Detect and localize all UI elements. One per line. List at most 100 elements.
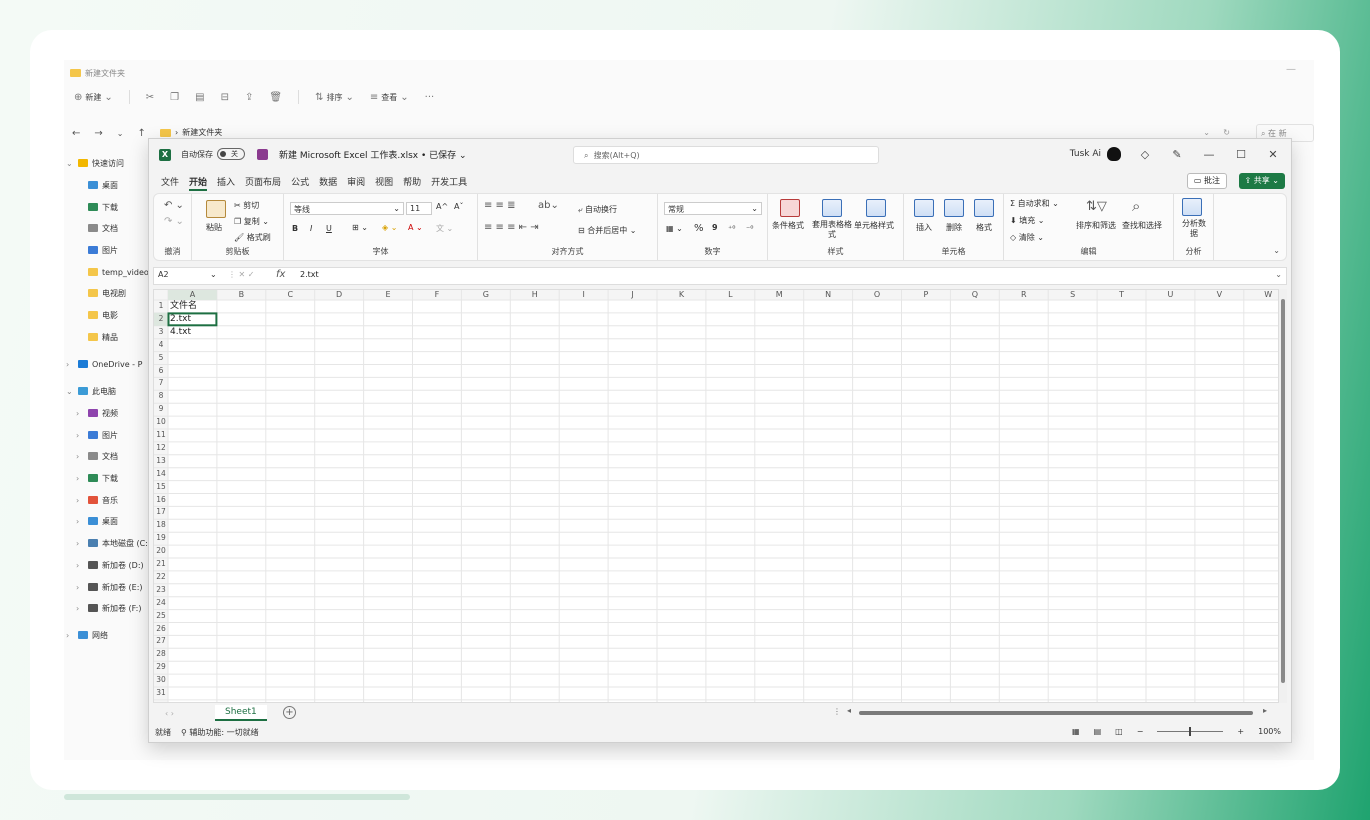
number-format-select[interactable]: 常规 ⌄	[664, 202, 762, 215]
paste-icon[interactable]	[206, 200, 226, 218]
row-header[interactable]: 14	[154, 468, 168, 481]
bold-button[interactable]: B	[292, 224, 298, 233]
tab-6[interactable]: 审阅	[347, 175, 365, 191]
delete-button[interactable]: 删除	[946, 222, 962, 233]
row-header[interactable]: 1	[154, 300, 168, 313]
conditional-format-button[interactable]: 条件格式	[772, 220, 804, 231]
chevron-icon[interactable]: ›	[76, 583, 84, 592]
autosave-toggle[interactable]: 自动保存 关	[181, 148, 245, 160]
increase-decimal-icon[interactable]: ⁺⁰	[728, 224, 735, 233]
tab-4[interactable]: 公式	[291, 175, 309, 191]
vertical-scrollbar[interactable]	[1279, 289, 1287, 703]
sidebar-item[interactable]: 下载	[76, 200, 118, 214]
row-header[interactable]: 13	[154, 455, 168, 468]
column-header[interactable]: B	[217, 290, 266, 300]
add-sheet-button[interactable]: +	[283, 706, 296, 719]
format-button[interactable]: 格式	[976, 222, 992, 233]
row-header[interactable]: 31	[154, 687, 168, 700]
refresh-icon[interactable]: ↻	[1223, 128, 1230, 137]
zoom-slider[interactable]	[1157, 727, 1224, 736]
row-header[interactable]: 30	[154, 674, 168, 687]
tab-0[interactable]: 文件	[161, 175, 179, 191]
autosum-button[interactable]: Σ 自动求和 ⌄	[1010, 198, 1059, 209]
sidebar-item[interactable]: 图片	[76, 243, 118, 257]
row-header[interactable]: 10	[154, 416, 168, 429]
insert-function-icon[interactable]: fx	[276, 269, 285, 280]
column-header[interactable]: K	[657, 290, 706, 300]
zoom-out-button[interactable]: −	[1137, 727, 1144, 736]
row-header[interactable]: 5	[154, 352, 168, 365]
row-header[interactable]: 21	[154, 558, 168, 571]
sidebar-item[interactable]: 电影	[76, 308, 118, 322]
sidebar-item[interactable]: temp_video	[76, 265, 149, 279]
sidebar-item[interactable]: › 视频	[76, 406, 118, 420]
row-header[interactable]: 11	[154, 429, 168, 442]
orientation-icon[interactable]: ab⌄	[538, 200, 559, 211]
row-header[interactable]: 16	[154, 494, 168, 507]
page-layout-icon[interactable]: ▤	[1094, 727, 1102, 736]
row-header[interactable]: 6	[154, 365, 168, 378]
column-header[interactable]: P	[902, 290, 951, 300]
view-button[interactable]: ≡ 查看 ⌄	[370, 92, 409, 103]
sidebar-item[interactable]: › 下载	[76, 471, 118, 485]
format-cells-icon[interactable]	[974, 199, 994, 217]
share-icon[interactable]: ⇪	[245, 92, 253, 103]
column-header[interactable]: W	[1244, 290, 1278, 300]
copy-button[interactable]: ❐ 复制 ⌄	[234, 216, 269, 227]
chevron-icon[interactable]: ›	[76, 604, 84, 613]
column-header[interactable]: J	[608, 290, 657, 300]
sidebar-item[interactable]: ⌄ 此电脑	[66, 384, 116, 398]
minimize-icon[interactable]: —	[1286, 64, 1296, 75]
font-name-select[interactable]: 等线 ⌄	[290, 202, 404, 215]
chevron-icon[interactable]: ⌄	[66, 159, 74, 168]
chevron-icon[interactable]: ›	[76, 431, 84, 440]
format-table-button[interactable]: 套用表格格式	[812, 220, 852, 240]
currency-icon[interactable]: ▦ ⌄	[666, 224, 683, 233]
up-icon[interactable]: ↑	[137, 128, 145, 139]
column-header[interactable]: H	[510, 290, 559, 300]
tab-9[interactable]: 开发工具	[431, 175, 467, 191]
column-header[interactable]: U	[1146, 290, 1195, 300]
cell-styles-icon[interactable]	[866, 199, 886, 217]
column-header[interactable]: A	[168, 290, 217, 300]
delete-icon[interactable]	[944, 199, 964, 217]
sidebar-item[interactable]: › 新加卷 (D:)	[76, 558, 144, 572]
row-header[interactable]: 12	[154, 442, 168, 455]
format-table-icon[interactable]	[822, 199, 842, 217]
sidebar-item[interactable]: 文档	[76, 221, 118, 235]
cut-button[interactable]: ✂ 剪切	[234, 200, 259, 211]
diamond-icon[interactable]: ◇	[1137, 148, 1153, 161]
sidebar-item[interactable]: › 本地磁盘 (C:)	[76, 536, 151, 550]
sidebar-item[interactable]: › OneDrive - P	[66, 357, 142, 371]
row-header[interactable]: 8	[154, 390, 168, 403]
user-name[interactable]: Tusk Ai	[1070, 149, 1101, 159]
new-button[interactable]: ⊕ 新建 ⌄	[74, 92, 113, 103]
sidebar-item[interactable]: ⌄ 快速访问	[66, 156, 124, 170]
chevron-icon[interactable]: ›	[76, 539, 84, 548]
redo-icon[interactable]: ↷ ⌄	[164, 216, 184, 227]
formula-expand-icon[interactable]: ⌄	[1275, 270, 1282, 279]
column-header[interactable]: T	[1097, 290, 1146, 300]
row-header[interactable]: 7	[154, 377, 168, 390]
chevron-icon[interactable]: ⌄	[66, 387, 74, 396]
sort-filter-button[interactable]: 排序和筛选	[1076, 220, 1116, 231]
italic-button[interactable]: I	[310, 224, 312, 233]
paste-button[interactable]: 粘贴	[206, 222, 222, 233]
sheet-tab[interactable]: Sheet1	[215, 705, 267, 721]
row-header[interactable]: 9	[154, 403, 168, 416]
align-top-icon[interactable]: ≡ ≡ ≣	[484, 200, 516, 211]
zoom-level[interactable]: 100%	[1258, 727, 1281, 736]
sort-button[interactable]: ⇅ 排序 ⌄	[315, 92, 354, 103]
sidebar-item[interactable]: › 文档	[76, 449, 118, 463]
column-header[interactable]: I	[559, 290, 608, 300]
underline-button[interactable]: U	[326, 224, 332, 233]
border-icon[interactable]: ⊞ ⌄	[352, 223, 368, 232]
sidebar-item[interactable]: 电视剧	[76, 286, 126, 300]
align-left-icon[interactable]: ≡ ≡ ≡ ⇤ ⇥	[484, 222, 539, 233]
fill-color-icon[interactable]: ◈ ⌄	[382, 223, 397, 232]
wrap-text-button[interactable]: ⤶ 自动换行	[578, 204, 617, 215]
sidebar-item[interactable]: › 新加卷 (E:)	[76, 580, 143, 594]
comma-button[interactable]: 9	[712, 223, 718, 232]
chevron-icon[interactable]: ›	[76, 409, 84, 418]
shrink-font-icon[interactable]: Aˇ	[454, 202, 463, 211]
